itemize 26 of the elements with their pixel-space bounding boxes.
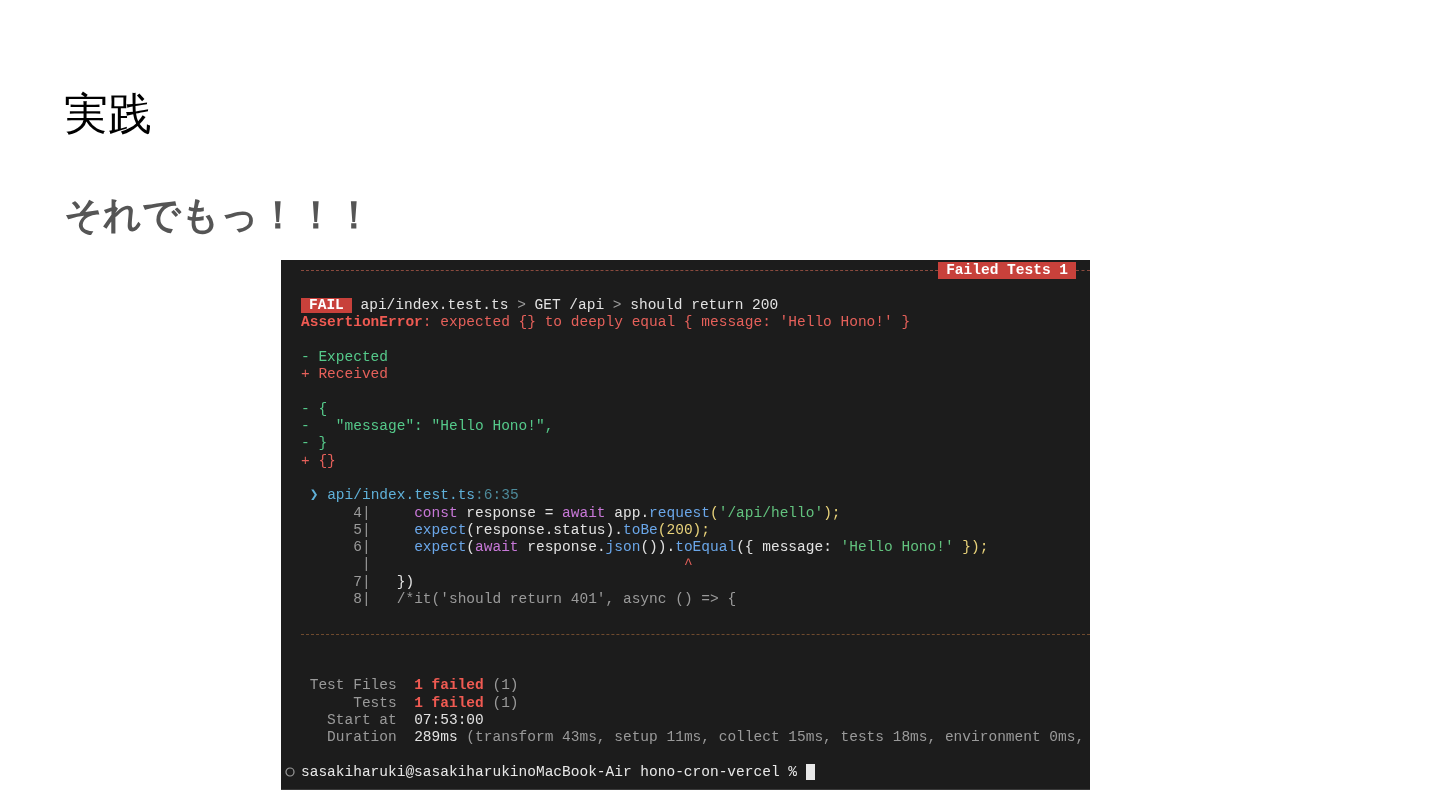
terminal-line: 7| }) <box>352 573 415 592</box>
terminal-line: 8| /*it('should return 401', async () => { <box>352 591 737 609</box>
text-cursor <box>806 764 815 781</box>
shell-prompt: sasakiharuki@sasakiharukinoMacBook-Air hono-cron-vercel % <box>301 763 797 782</box>
terminal-line: + Received <box>301 366 388 384</box>
terminal-line: 4| const response = await app.request('/api/hello'); <box>352 504 841 522</box>
prompt-status-icon <box>285 767 295 778</box>
slide-title: 実践 <box>64 87 153 141</box>
terminal-line: Start at 07:53:00 <box>326 711 484 730</box>
terminal-line: | ^ <box>360 556 693 574</box>
terminal-line: Tests 1 failed (1) <box>352 694 519 712</box>
terminal-line: - { <box>301 400 328 419</box>
terminal-line: 5| expect(response.status).toBe(200); <box>352 521 710 540</box>
terminal-line: + {} <box>301 452 336 470</box>
terminal-line: api/index.test.ts > GET /api > should return 200 <box>359 297 779 315</box>
terminal-line: Duration 289ms (transform 43ms, setup 11ms, collect 15ms, tests 18ms, environment 0ms, <box>326 729 1085 747</box>
slide-subtitle: それでもっ！！！ <box>64 192 374 238</box>
terminal-line: - Expected <box>301 348 388 367</box>
terminal-line: Test Files 1 failed (1) <box>308 677 519 695</box>
terminal-line: AssertionError: expected {} to deeply equal { message: 'Hello Hono!' } <box>301 314 911 332</box>
terminal-line: - "message": "Hello Hono!", <box>301 418 554 436</box>
terminal-line: 6| expect(await response.json()).toEqual({ message: 'Hello Hono!' }); <box>352 539 989 557</box>
failed-tests-banner: Failed Tests 1 <box>938 262 1076 279</box>
terminal-line: ❯ api/index.test.ts:6:35 <box>308 487 519 505</box>
terminal-line: - } <box>301 435 328 453</box>
fail-badge: FAIL <box>301 298 352 314</box>
